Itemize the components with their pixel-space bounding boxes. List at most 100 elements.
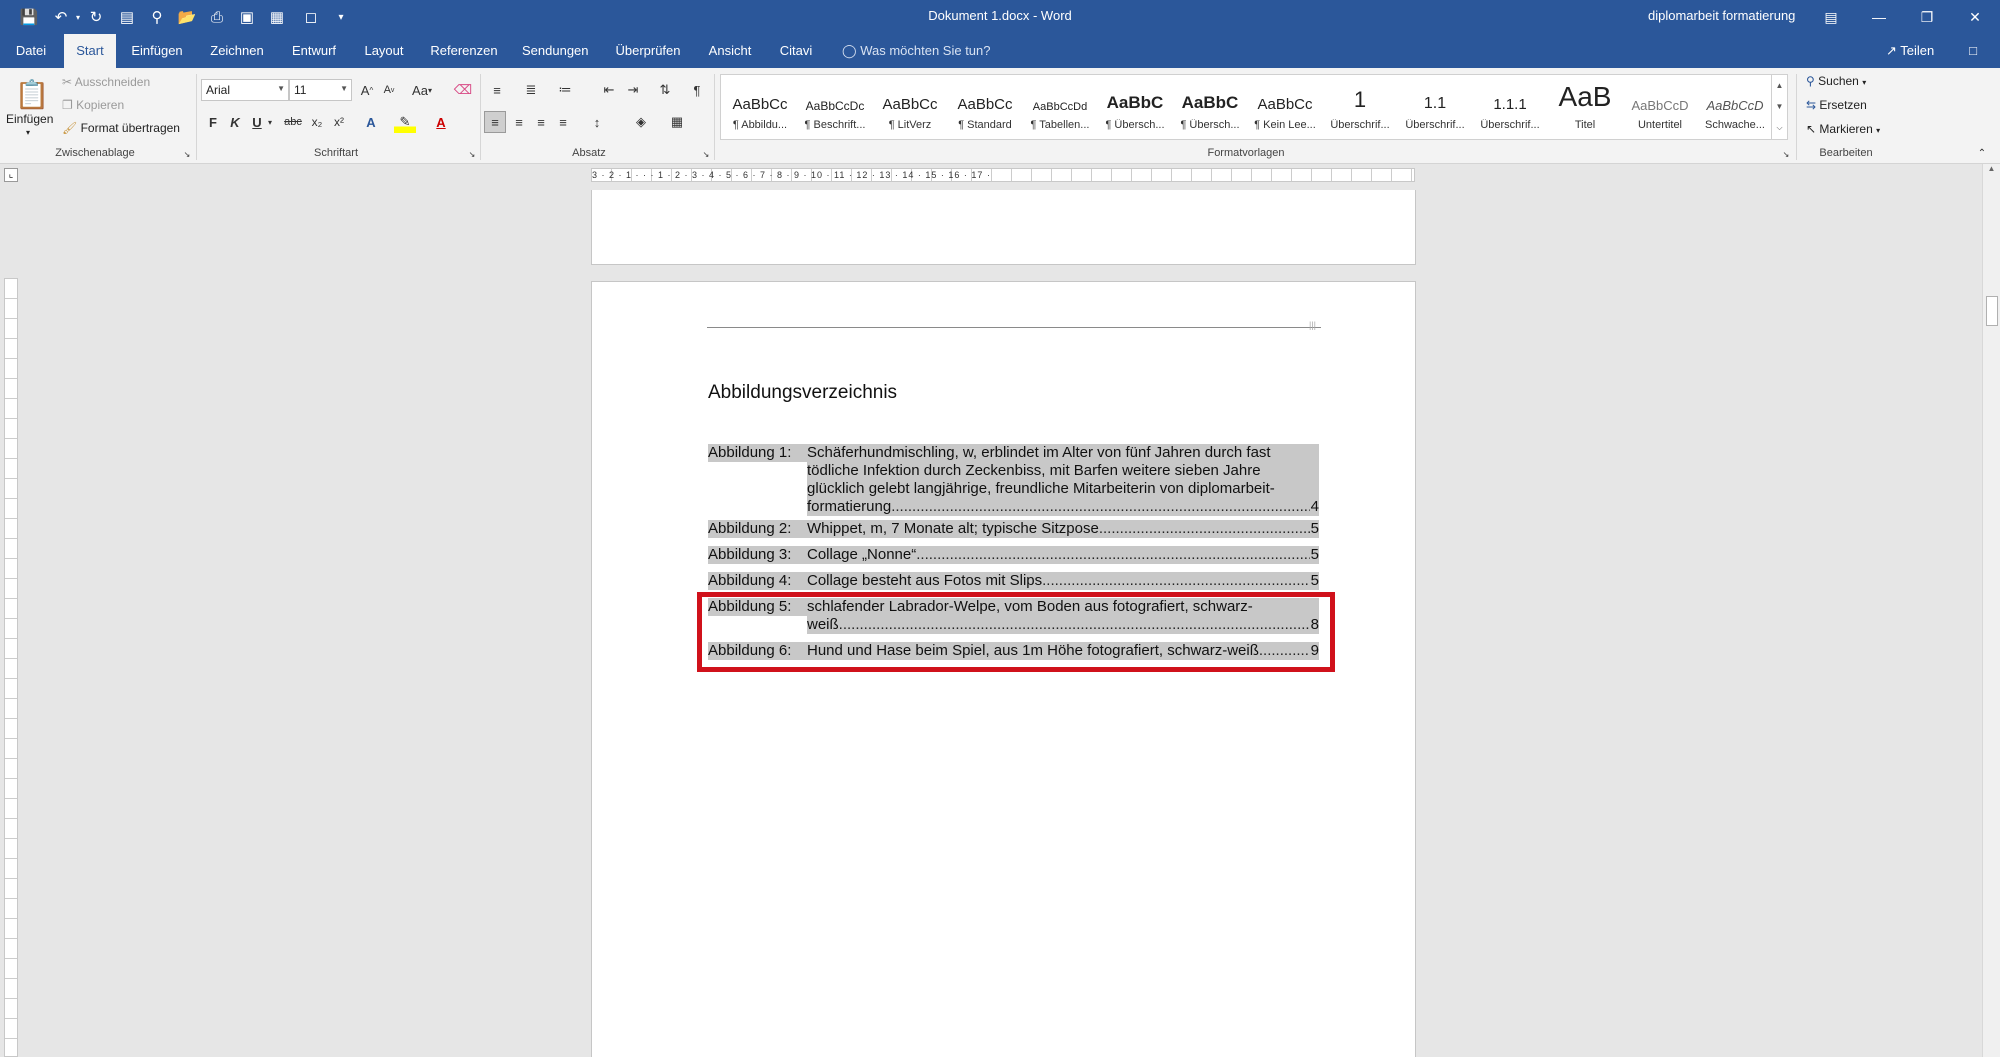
style-abbildung[interactable]: AaBbCc ¶ Abbildu...	[723, 75, 797, 139]
style-heading-2[interactable]: 1.1 Überschrif...	[1398, 75, 1472, 139]
font-color-icon[interactable]: A	[430, 111, 452, 133]
style-preview: 1.1	[1423, 95, 1447, 112]
minimize-icon[interactable]: —	[1856, 0, 1902, 34]
sort-icon[interactable]: ⇅	[654, 79, 676, 101]
font-name-combo[interactable]: Arial ▼	[201, 79, 289, 101]
ribbon-display-icon[interactable]: ▤	[1808, 0, 1854, 34]
font-launcher-icon[interactable]: ↘	[466, 148, 478, 160]
restore-icon[interactable]: ❐	[1904, 0, 1950, 34]
tell-me-search[interactable]: ◯ Was möchten Sie tun?	[842, 34, 991, 68]
numbering-icon[interactable]: ≣	[520, 79, 542, 101]
tab-entwurf[interactable]: Entwurf	[286, 34, 342, 68]
shading-icon[interactable]: ◈	[630, 111, 652, 133]
shrink-font-icon[interactable]: Av	[378, 79, 400, 101]
style-litverz[interactable]: AaBbCc ¶ LitVerz	[873, 75, 947, 139]
group-label-styles: Formatvorlagen	[1207, 147, 1285, 159]
style-heading-1[interactable]: 1 Überschrif...	[1323, 75, 1397, 139]
paste-icon[interactable]: 📋	[14, 76, 50, 112]
scrollbar-thumb[interactable]	[1986, 296, 1998, 326]
strikethrough-button[interactable]: abc	[282, 111, 304, 133]
copy-button[interactable]: ❐ Kopieren	[62, 98, 124, 112]
tab-ueberpruefen[interactable]: Überprüfen	[608, 34, 688, 68]
italic-button[interactable]: K	[224, 111, 246, 133]
styles-launcher-icon[interactable]: ↘	[1780, 148, 1792, 160]
account-name[interactable]: diplomarbeit formatierung	[1648, 8, 1795, 23]
pilcrow-icon[interactable]: ¶	[686, 79, 708, 101]
increase-indent-icon[interactable]: ⇥	[622, 79, 644, 101]
style-tabellen[interactable]: AaBbCcDd ¶ Tabellen...	[1023, 75, 1097, 139]
find-button[interactable]: ⚲ Suchen ▾	[1806, 74, 1866, 88]
style-beschriftung[interactable]: AaBbCcDc ¶ Beschrift...	[798, 75, 872, 139]
tab-einfuegen[interactable]: Einfügen	[126, 34, 188, 68]
style-name: Schwache...	[1705, 119, 1765, 131]
dot-leader: ........................................…	[916, 546, 1310, 563]
styles-gallery: AaBbCc ¶ Abbildu... AaBbCcDc ¶ Beschrift..…	[720, 74, 1788, 140]
select-button[interactable]: ↖ Markieren ▾	[1806, 122, 1880, 136]
share-button[interactable]: ↗ Teilen	[1886, 34, 1934, 68]
dot-leader: ........................................…	[1042, 572, 1310, 589]
bold-button[interactable]: F	[202, 111, 224, 133]
highlight-color-icon[interactable]: ✎	[394, 111, 416, 133]
page-previous[interactable]	[591, 190, 1416, 265]
tab-referenzen[interactable]: Referenzen	[426, 34, 502, 68]
chevron-down-icon[interactable]: ▼	[1772, 96, 1787, 117]
borders-icon[interactable]: ▦	[666, 111, 688, 133]
tab-ansicht[interactable]: Ansicht	[702, 34, 758, 68]
paragraph-launcher-icon[interactable]: ↘	[700, 148, 712, 160]
close-icon[interactable]: ✕	[1952, 0, 1998, 34]
cut-button[interactable]: ✂ Ausschneiden	[62, 75, 150, 89]
style-name: Titel	[1574, 119, 1596, 131]
title-bar: 💾 ↶ ▾ ↻ ▤ ⚲ 📂 ⎙ ▣ ▦ ◻ ▾ Dokument 1.docx …	[0, 0, 2000, 34]
tab-citavi[interactable]: Citavi	[772, 34, 820, 68]
comments-icon[interactable]: □	[1960, 34, 1986, 68]
align-center-icon[interactable]: ≡	[508, 111, 530, 133]
change-case-button[interactable]: Aa ▾	[408, 79, 436, 101]
gallery-more-icon[interactable]: ⌵	[1772, 117, 1787, 138]
style-schwache-hervorhebung[interactable]: AaBbCcD Schwache...	[1698, 75, 1772, 139]
tab-layout[interactable]: Layout	[356, 34, 412, 68]
vertical-scrollbar[interactable]: ▲	[1982, 164, 2000, 1057]
tab-start[interactable]: Start	[64, 34, 116, 68]
paste-dropdown-icon[interactable]: ▾	[26, 128, 30, 137]
justify-icon[interactable]: ≡	[552, 111, 574, 133]
clipboard-launcher-icon[interactable]: ↘	[181, 148, 193, 160]
chevron-up-icon[interactable]: ▲	[1983, 164, 2000, 173]
clear-formatting-icon[interactable]: ⌫	[452, 79, 474, 101]
tab-sendungen[interactable]: Sendungen	[518, 34, 592, 68]
toc-entry-2[interactable]: Abbildung 2: Whippet, m, 7 Monate alt; t…	[708, 520, 1319, 538]
toc-entry-1[interactable]: Abbildung 1: Schäferhundmischling, w, er…	[708, 444, 1319, 516]
line-spacing-icon[interactable]: ↕	[586, 111, 608, 133]
chevron-up-icon[interactable]: ▲	[1772, 75, 1787, 96]
replace-button[interactable]: ⇆ Ersetzen	[1806, 98, 1867, 112]
align-right-icon[interactable]: ≡	[530, 111, 552, 133]
decrease-indent-icon[interactable]: ⇤	[598, 79, 620, 101]
grow-font-icon[interactable]: A ^	[356, 79, 378, 101]
tab-stop-selector[interactable]: ⌞	[4, 168, 18, 182]
font-size-combo[interactable]: 11 ▼	[289, 79, 352, 101]
toc-entry-4[interactable]: Abbildung 4: Collage besteht aus Fotos m…	[708, 572, 1319, 590]
style-untertitel[interactable]: AaBbCcD Untertitel	[1623, 75, 1697, 139]
page-heading: Abbildungsverzeichnis	[708, 382, 898, 403]
style-ueberschrift-a[interactable]: AaBbC ¶ Übersch...	[1098, 75, 1172, 139]
paste-button[interactable]: Einfügen	[6, 112, 53, 126]
bullets-icon[interactable]: ≡	[486, 79, 508, 101]
text-effects-icon[interactable]: A	[360, 111, 382, 133]
toc-entry-3[interactable]: Abbildung 3: Collage „Nonne“............…	[708, 546, 1319, 564]
horizontal-ruler[interactable]: 3 · 2 · 1 · · · 1 · 2 · 3 · 4 · 5 · 6 · …	[591, 168, 1415, 182]
toc-entry-line: Schäferhundmischling, w, erblindet im Al…	[807, 444, 1319, 462]
style-ueberschrift-b[interactable]: AaBbC ¶ Übersch...	[1173, 75, 1247, 139]
subscript-button[interactable]: x₂	[306, 111, 328, 133]
underline-dropdown-icon[interactable]: ▾	[264, 111, 276, 133]
style-heading-3[interactable]: 1.1.1 Überschrif...	[1473, 75, 1547, 139]
style-standard[interactable]: AaBbCc ¶ Standard	[948, 75, 1022, 139]
style-titel[interactable]: AaB Titel	[1548, 75, 1622, 139]
superscript-button[interactable]: x²	[328, 111, 350, 133]
multilevel-list-icon[interactable]: ≔	[554, 79, 576, 101]
vertical-ruler[interactable]	[4, 278, 18, 1057]
collapse-ribbon-icon[interactable]: ⌃	[1974, 146, 1990, 160]
style-kein-leerraum[interactable]: AaBbCc ¶ Kein Lee...	[1248, 75, 1322, 139]
tab-zeichnen[interactable]: Zeichnen	[204, 34, 270, 68]
align-left-icon[interactable]: ≡	[484, 111, 506, 133]
tab-datei[interactable]: Datei	[10, 34, 52, 68]
format-painter-button[interactable]: 🖌 Format übertragen	[62, 121, 180, 135]
